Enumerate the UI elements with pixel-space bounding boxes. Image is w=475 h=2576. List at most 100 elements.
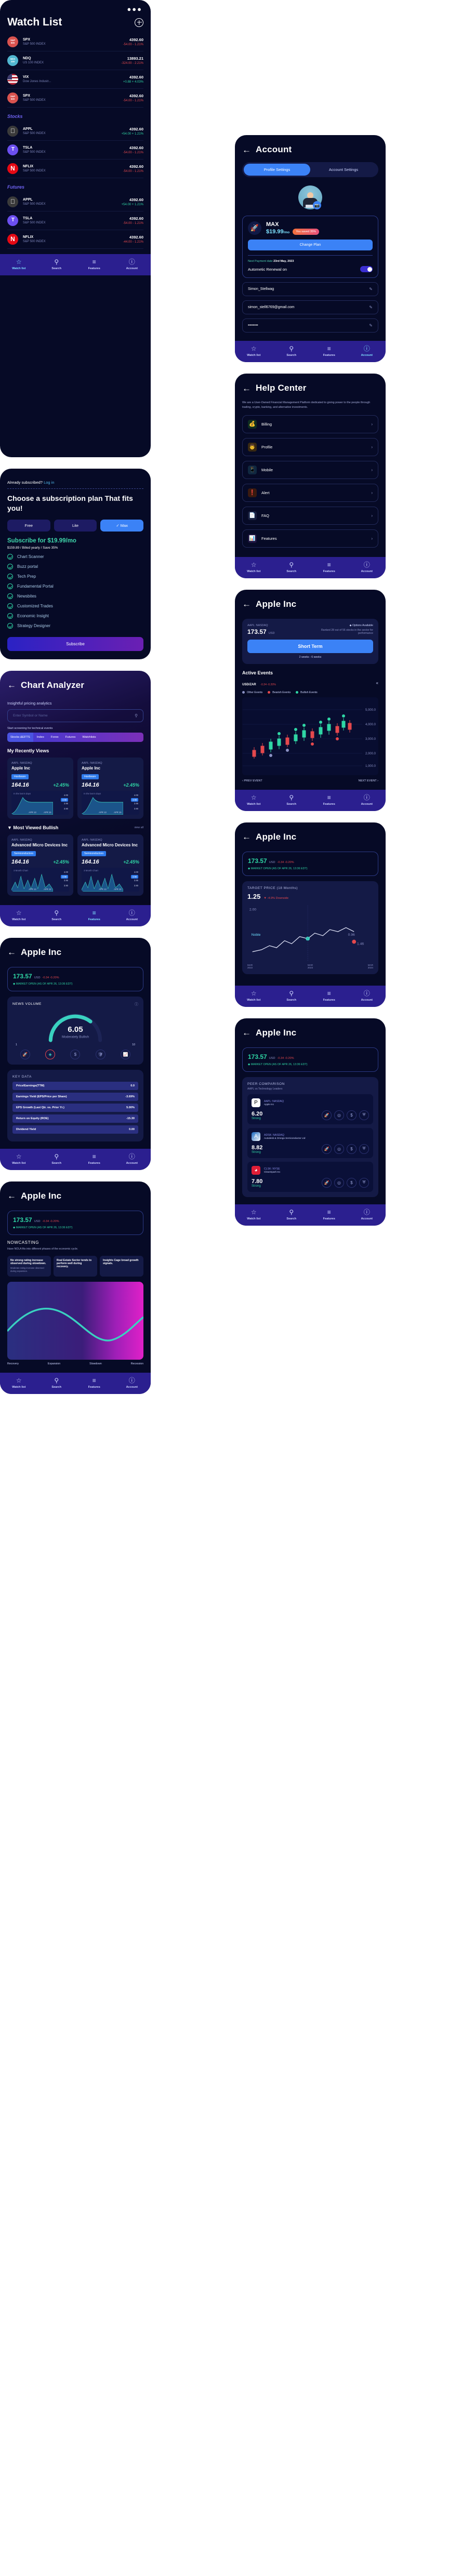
nav-item-search[interactable]: ⚲ Search	[273, 1209, 311, 1220]
account-tabs[interactable]: Profile Settings Account Settings	[242, 162, 378, 177]
watchlist-row[interactable]:  APPLS&P 500 INDEX 4392.60+54.00 + 1.21%	[7, 122, 143, 141]
back-arrow-icon[interactable]: ←	[242, 600, 251, 608]
help-topic-alert[interactable]: ❗ Alert ›	[242, 483, 378, 502]
help-topic-profile[interactable]: 👨 Profile ›	[242, 437, 378, 456]
nav-item-features[interactable]: ≡ Features	[75, 1153, 113, 1165]
change-plan-button[interactable]: Change Plan	[248, 240, 373, 250]
help-topic-features[interactable]: 📊 Features ›	[242, 529, 378, 548]
short-term-button[interactable]: Short Term	[247, 639, 373, 653]
nav-item-search[interactable]: ⚲ Search	[273, 346, 311, 357]
chip-forex[interactable]: Forex	[48, 733, 62, 742]
peer-row[interactable]: A ADSK: NASDAQ Autodesk & Omega Semiconduc…	[247, 1127, 373, 1158]
nav-item-watch-list[interactable]: ☆ Watch list	[235, 562, 273, 573]
shield-icon[interactable]: ⛨	[359, 1110, 369, 1120]
nav-item-watch-list[interactable]: ☆ Watch list	[0, 910, 38, 921]
nav-item-watch-list[interactable]: ☆ Watch list	[235, 794, 273, 806]
symbol-search-input[interactable]: Enter Symbol or Name ⚲	[7, 709, 143, 722]
view-all-link[interactable]: view all	[134, 826, 143, 830]
dollar-icon[interactable]: $	[347, 1110, 357, 1120]
target-icon[interactable]: ◎	[334, 1110, 344, 1120]
watchlist-row[interactable]:  APPLS&P 500 INDEX 4392.60+54.00 + 1.21%	[7, 193, 143, 211]
tab-account-settings[interactable]: Account Settings	[310, 164, 377, 176]
nav-item-features[interactable]: ≡ Features	[75, 1377, 113, 1389]
nav-item-features[interactable]: ≡ Features	[310, 346, 348, 357]
back-arrow-icon[interactable]: ←	[242, 145, 251, 154]
edit-icon[interactable]: ✎	[369, 305, 373, 310]
plan-selector[interactable]: Free Lite ✓ Max	[0, 513, 151, 532]
nav-item-account[interactable]: ⓘ Account	[348, 990, 386, 1002]
peer-row[interactable]: P AAPL: NASDAQ Apple Inc 6.20 Strong 🚀 ◎ $ ⛨	[247, 1094, 373, 1124]
target-icon[interactable]: ◎	[334, 1144, 344, 1154]
nav-item-search[interactable]: ⚲ Search	[38, 259, 76, 270]
watchlist-row[interactable]: N NFLIX S&P 500 INDEX 4392.60 -54.00 - 1.21%	[7, 160, 143, 178]
nav-item-account[interactable]: ⓘ Account	[113, 910, 151, 921]
nav-item-features[interactable]: ≡ Features	[75, 910, 113, 921]
auto-renewal-toggle[interactable]	[360, 266, 373, 272]
stock-card[interactable]: AAPL: NASDAQ Apple Inc Hardware 164.16 +2.45…	[77, 757, 143, 819]
target-icon[interactable]: ◈	[45, 1049, 56, 1059]
category-chips[interactable]: Stocks &EFTS Index Forex Futures Watchlists	[7, 732, 143, 742]
shield-icon[interactable]: ⛨	[359, 1177, 369, 1188]
camera-icon[interactable]: 📷	[313, 201, 321, 209]
bottom-nav[interactable]: ☆ Watch list ⚲ Search ≡ Features ⓘ Account	[0, 1148, 151, 1170]
plan-option-free[interactable]: Free	[7, 519, 50, 532]
nav-item-watch-list[interactable]: ☆ Watch list	[0, 1377, 38, 1389]
dollar-icon[interactable]: $	[70, 1049, 81, 1059]
search-icon[interactable]: ⚲	[135, 713, 138, 718]
back-arrow-icon[interactable]: ←	[242, 1028, 251, 1037]
nav-item-watch-list[interactable]: ☆ Watch list	[235, 346, 273, 357]
stock-card[interactable]: AAPL: NASDAQ Advanced Micro Devices Inc Se…	[7, 834, 73, 896]
nav-item-account[interactable]: ⓘ Account	[348, 1209, 386, 1220]
bottom-nav[interactable]: ☆ Watch list ⚲ Search ≡ Features ⓘ Account	[235, 789, 386, 811]
nav-item-watch-list[interactable]: ☆ Watch list	[235, 990, 273, 1002]
help-topic-mobile[interactable]: 📱 Mobile ›	[242, 460, 378, 479]
add-icon[interactable]	[135, 18, 143, 27]
bottom-nav[interactable]: ☆ Watch list ⚲ Search ≡ Features ⓘ Account	[0, 1373, 151, 1395]
chip-watchlists[interactable]: Watchlists	[79, 733, 99, 742]
rocket-icon[interactable]: 🚀	[322, 1177, 332, 1188]
peer-rows[interactable]: P AAPL: NASDAQ Apple Inc 6.20 Strong 🚀 ◎ $ ⛨ A ADS…	[247, 1094, 373, 1192]
bullish-cards[interactable]: AAPL: NASDAQ Advanced Micro Devices Inc Se…	[0, 830, 151, 900]
shield-icon[interactable]: ⛨	[359, 1144, 369, 1154]
rocket-icon[interactable]: 🚀	[20, 1049, 30, 1059]
prev-event-button[interactable]: ‹ PREV EVENT	[242, 779, 262, 782]
nav-item-account[interactable]: ⓘ Account	[348, 562, 386, 573]
nav-item-features[interactable]: ≡ Features	[75, 259, 113, 270]
nav-item-account[interactable]: ⓘ Account	[113, 1153, 151, 1165]
bottom-nav[interactable]: ☆ Watch list ⚲ Search ≡ Features ⓘ Account	[235, 556, 386, 578]
account-field[interactable]: Simon_Stellwag ✎	[242, 282, 378, 296]
nav-item-search[interactable]: ⚲ Search	[273, 794, 311, 806]
subscribe-button[interactable]: Subscribe	[7, 636, 143, 651]
watchlist-row[interactable]: N NFLIX S&P 500 INDEX 4392.60 -44.00 - 1.21%	[7, 230, 143, 249]
nav-item-search[interactable]: ⚲ Search	[273, 562, 311, 573]
chart-icon[interactable]: 📈	[121, 1049, 131, 1059]
nav-item-account[interactable]: ⓘ Account	[113, 259, 151, 270]
edit-icon[interactable]: ✎	[369, 323, 373, 328]
help-topic-billing[interactable]: 💰 Billing ›	[242, 415, 378, 433]
chip-stocks-efts[interactable]: Stocks &EFTS	[7, 732, 33, 742]
bottom-nav[interactable]: ☆ Watch list ⚲ Search ≡ Features ⓘ Account	[235, 985, 386, 1007]
nav-item-account[interactable]: ⓘ Account	[348, 794, 386, 806]
nav-item-features[interactable]: ≡ Features	[310, 1209, 348, 1220]
nav-item-watch-list[interactable]: ☆ Watch list	[0, 1153, 38, 1165]
account-fields[interactable]: Simon_Stellwag ✎ simon_stell6769@gmail.com…	[235, 282, 386, 333]
rocket-icon[interactable]: 🚀	[322, 1110, 332, 1120]
nav-item-features[interactable]: ≡ Features	[310, 562, 348, 573]
bottom-nav[interactable]: ☆ Watch list ⚲ Search ≡ Features ⓘ Account	[0, 905, 151, 926]
help-topics[interactable]: 💰 Billing › 👨 Profile › 📱 Mobile › ❗ Alert › 📄 FAQ › 📊 F…	[235, 415, 386, 548]
watchlist-row[interactable]: T TSLA S&P 500 INDEX 4392.60 -54.00 - 1.21%	[7, 211, 143, 230]
back-arrow-icon[interactable]: ←	[7, 681, 16, 689]
nav-item-search[interactable]: ⚲ Search	[38, 1377, 76, 1389]
tab-profile-settings[interactable]: Profile Settings	[244, 164, 310, 176]
back-arrow-icon[interactable]: ←	[242, 384, 251, 393]
watchlist-row[interactable]: NDX 100 NDQ US 100 INDEX 13893.21 -324.00 - 2…	[7, 51, 143, 70]
stock-card[interactable]: AAPL: NASDAQ Advanced Micro Devices Inc Se…	[77, 834, 143, 896]
info-icon[interactable]: ⓘ	[135, 1002, 138, 1007]
next-event-button[interactable]: NEXT EVENT ›	[359, 779, 378, 782]
plan-option-max[interactable]: ✓ Max	[100, 519, 144, 532]
login-link[interactable]: Log in	[44, 480, 54, 485]
bottom-nav[interactable]: ☆ Watch list ⚲ Search ≡ Features ⓘ Account	[235, 1204, 386, 1226]
nav-item-watch-list[interactable]: ☆ Watch list	[235, 1209, 273, 1220]
stock-card[interactable]: AAPL: NASDAQ Apple Inc Hardware 164.16 +2.45…	[7, 757, 73, 819]
target-icon[interactable]: ◎	[334, 1177, 344, 1188]
